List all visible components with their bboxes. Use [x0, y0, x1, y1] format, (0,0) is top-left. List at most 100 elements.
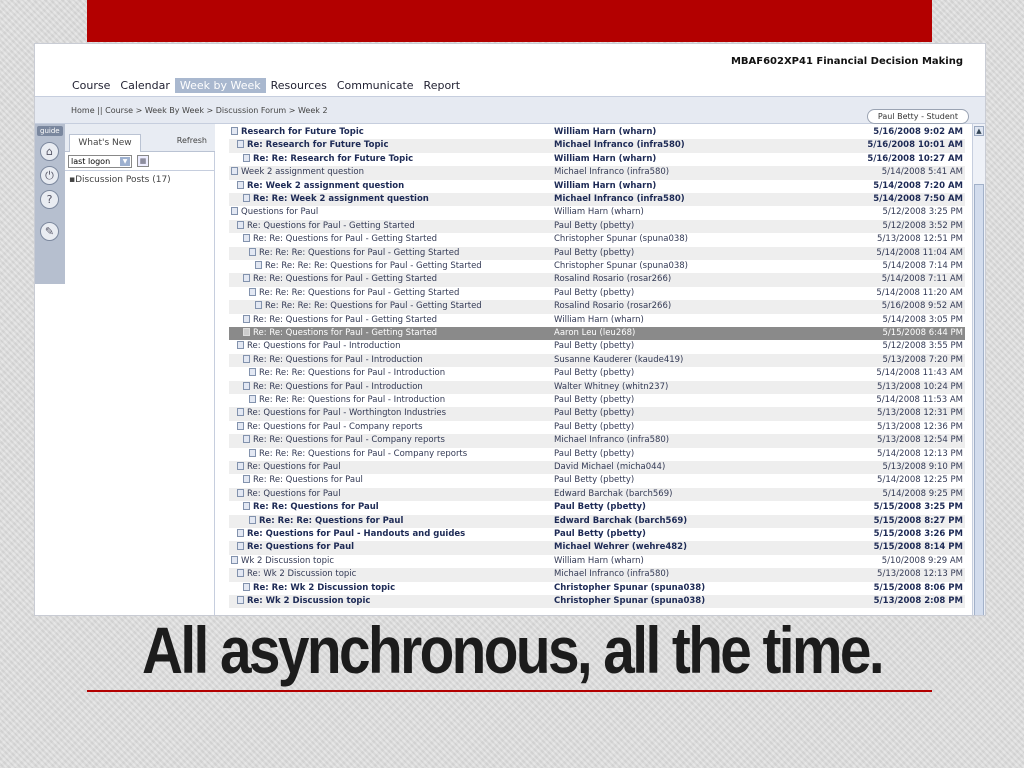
table-row[interactable]: Re: Questions for Paul David Michael (mic… — [229, 461, 965, 475]
tab-communicate[interactable]: Communicate — [332, 78, 419, 93]
post-subject[interactable]: Re: Re: Questions for Paul - Getting Sta… — [243, 233, 437, 246]
post-subject[interactable]: Re: Re: Wk 2 Discussion topic — [243, 582, 395, 595]
post-subject[interactable]: Re: Re: Re: Re: Questions for Paul - Get… — [255, 260, 482, 273]
table-row[interactable]: Re: Re: Questions for Paul - Getting Sta… — [229, 314, 965, 327]
table-row[interactable]: Re: Re: Wk 2 Discussion topic Christopher… — [229, 582, 965, 595]
table-row[interactable]: Re: Questions for Paul Michael Wehrer (we… — [229, 541, 965, 555]
post-subject[interactable]: Re: Re: Questions for Paul - Introductio… — [243, 354, 423, 367]
table-row[interactable]: Re: Re: Questions for Paul - Getting Sta… — [229, 327, 965, 341]
post-subject[interactable]: Re: Re: Re: Questions for Paul - Getting… — [249, 247, 459, 260]
post-subject[interactable]: Questions for Paul — [231, 206, 318, 219]
table-row[interactable]: Wk 2 Discussion topic William Harn (wharn… — [229, 555, 965, 568]
post-subject[interactable]: Re: Re: Questions for Paul — [243, 474, 363, 487]
help-icon[interactable]: ? — [40, 190, 59, 209]
post-subject[interactable]: Re: Re: Research for Future Topic — [243, 153, 413, 166]
post-subject[interactable]: Re: Re: Re: Questions for Paul - Introdu… — [249, 394, 445, 407]
refresh-link[interactable]: Refresh — [177, 136, 207, 145]
post-subject[interactable]: Re: Re: Questions for Paul - Getting Sta… — [243, 314, 437, 327]
wrench-icon[interactable]: ✎ — [40, 222, 59, 241]
post-date: 5/14/2008 12:13 PM — [877, 448, 963, 459]
table-row[interactable]: Re: Questions for Paul - Handouts and gu… — [229, 528, 965, 541]
post-subject[interactable]: Re: Questions for Paul - Introduction — [237, 340, 401, 353]
table-row[interactable]: Re: Re: Re: Questions for Paul - Getting… — [229, 287, 965, 300]
table-row[interactable]: Re: Re: Questions for Paul Paul Betty (pb… — [229, 474, 965, 487]
scroll-up-icon[interactable]: ▲ — [974, 126, 984, 136]
table-row[interactable]: Re: Re: Questions for Paul - Introductio… — [229, 353, 965, 368]
post-subject-text: Re: Questions for Paul — [247, 542, 355, 553]
document-icon — [237, 408, 244, 417]
tab-report[interactable]: Report — [419, 78, 465, 93]
table-row[interactable]: Re: Questions for Paul - Getting Started… — [229, 219, 965, 234]
post-subject[interactable]: Re: Questions for Paul - Handouts and gu… — [237, 528, 465, 541]
table-row[interactable]: Re: Re: Questions for Paul Paul Betty (pb… — [229, 501, 965, 514]
post-subject[interactable]: Re: Re: Questions for Paul — [243, 501, 379, 514]
post-subject[interactable]: Re: Re: Questions for Paul - Introductio… — [243, 381, 423, 394]
post-subject[interactable]: Research for Future Topic — [231, 126, 364, 139]
post-author: Michael Wehrer (wehre482) — [554, 542, 687, 553]
table-row[interactable]: Re: Re: Re: Questions for Paul - Company… — [229, 448, 965, 461]
table-row[interactable]: Re: Re: Research for Future Topic William… — [229, 153, 965, 166]
table-row[interactable]: Re: Questions for Paul - Worthington Ind… — [229, 407, 965, 421]
table-row[interactable]: Re: Re: Questions for Paul - Getting Sta… — [229, 233, 965, 246]
breadcrumb[interactable]: Home || Course > Week By Week > Discussi… — [71, 106, 328, 115]
post-subject[interactable]: Re: Questions for Paul — [237, 461, 341, 474]
post-subject[interactable]: Week 2 assignment question — [231, 166, 364, 179]
post-subject[interactable]: Re: Research for Future Topic — [237, 139, 388, 152]
tab-week-by-week[interactable]: Week by Week — [174, 78, 266, 93]
post-subject[interactable]: Re: Re: Re: Questions for Paul — [249, 515, 403, 528]
post-subject[interactable]: Re: Questions for Paul - Getting Started — [237, 220, 415, 233]
scrollbar[interactable]: ▲ — [972, 124, 985, 615]
post-subject[interactable]: Re: Re: Questions for Paul - Getting Sta… — [243, 327, 437, 340]
table-row[interactable]: Re: Re: Questions for Paul - Introductio… — [229, 380, 965, 394]
post-subject[interactable]: Re: Week 2 assignment question — [237, 180, 404, 193]
tab-resources[interactable]: Resources — [266, 78, 332, 93]
table-row[interactable]: Re: Re: Re: Questions for Paul Edward Bar… — [229, 514, 965, 528]
tab-whats-new[interactable]: What's New — [69, 134, 141, 152]
discussion-posts-link[interactable]: ▪Discussion Posts (17) — [69, 175, 171, 185]
table-row[interactable]: Re: Week 2 assignment question William Ha… — [229, 180, 965, 193]
post-subject[interactable]: Re: Questions for Paul - Company reports — [237, 421, 423, 434]
calendar-icon[interactable]: ▦ — [137, 155, 149, 167]
table-row[interactable]: Re: Wk 2 Discussion topic Christopher Spu… — [229, 595, 965, 609]
table-row[interactable]: Re: Re: Re: Questions for Paul - Getting… — [229, 246, 965, 260]
table-row[interactable]: Re: Re: Questions for Paul - Getting Sta… — [229, 273, 965, 287]
post-subject[interactable]: Re: Re: Re: Questions for Paul - Introdu… — [249, 367, 445, 380]
table-row[interactable]: Re: Re: Re: Re: Questions for Paul - Get… — [229, 260, 965, 273]
post-subject[interactable]: Re: Questions for Paul - Worthington Ind… — [237, 407, 446, 420]
scroll-thumb[interactable] — [974, 184, 984, 615]
post-subject[interactable]: Re: Re: Re: Questions for Paul - Getting… — [249, 287, 459, 300]
table-row[interactable]: Week 2 assignment question Michael Infran… — [229, 166, 965, 180]
post-subject[interactable]: Re: Re: Week 2 assignment question — [243, 193, 429, 206]
table-row[interactable]: Re: Questions for Paul Edward Barchak (ba… — [229, 487, 965, 502]
post-subject[interactable]: Re: Questions for Paul — [237, 488, 341, 501]
table-row[interactable]: Re: Research for Future Topic Michael Inf… — [229, 139, 965, 153]
tab-calendar[interactable]: Calendar — [115, 78, 174, 93]
tab-course[interactable]: Course — [67, 78, 115, 93]
table-row[interactable]: Re: Re: Re: Questions for Paul - Introdu… — [229, 394, 965, 407]
post-subject[interactable]: Re: Questions for Paul — [237, 541, 354, 554]
filter-select[interactable]: last logon ▼ — [68, 155, 132, 168]
post-subject[interactable]: Re: Wk 2 Discussion topic — [237, 595, 370, 608]
post-subject[interactable]: Re: Re: Re: Questions for Paul - Company… — [249, 448, 467, 461]
post-author: William Harn (wharn) — [554, 314, 644, 325]
home-icon[interactable]: ⌂ — [40, 142, 59, 161]
power-icon[interactable]: ⏻ — [40, 166, 59, 185]
table-row[interactable]: Re: Wk 2 Discussion topic Michael Infranc… — [229, 568, 965, 582]
post-subject-text: Re: Week 2 assignment question — [247, 180, 405, 191]
guide-tab[interactable]: guide — [37, 126, 63, 136]
post-subject[interactable]: Re: Re: Questions for Paul - Company rep… — [243, 434, 445, 447]
table-row[interactable]: Questions for Paul William Harn (wharn) 5/… — [229, 206, 965, 219]
post-subject[interactable]: Re: Re: Questions for Paul - Getting Sta… — [243, 273, 437, 286]
table-row[interactable]: Re: Re: Questions for Paul - Company rep… — [229, 434, 965, 448]
table-row[interactable]: Re: Re: Week 2 assignment question Michae… — [229, 193, 965, 207]
table-row[interactable]: Re: Questions for Paul - Introduction Pau… — [229, 340, 965, 353]
table-row[interactable]: Re: Re: Re: Questions for Paul - Introdu… — [229, 367, 965, 380]
post-subject[interactable]: Wk 2 Discussion topic — [231, 555, 334, 568]
user-badge[interactable]: Paul Betty - Student — [866, 109, 969, 124]
table-row[interactable]: Research for Future Topic William Harn (w… — [229, 126, 965, 139]
post-subject[interactable]: Re: Re: Re: Re: Questions for Paul - Get… — [255, 300, 482, 313]
table-row[interactable]: Re: Re: Re: Re: Questions for Paul - Get… — [229, 300, 965, 314]
table-row[interactable]: Re: Questions for Paul - Company reports… — [229, 421, 965, 434]
post-date: 5/13/2008 7:20 PM — [882, 354, 963, 365]
post-subject[interactable]: Re: Wk 2 Discussion topic — [237, 568, 356, 581]
